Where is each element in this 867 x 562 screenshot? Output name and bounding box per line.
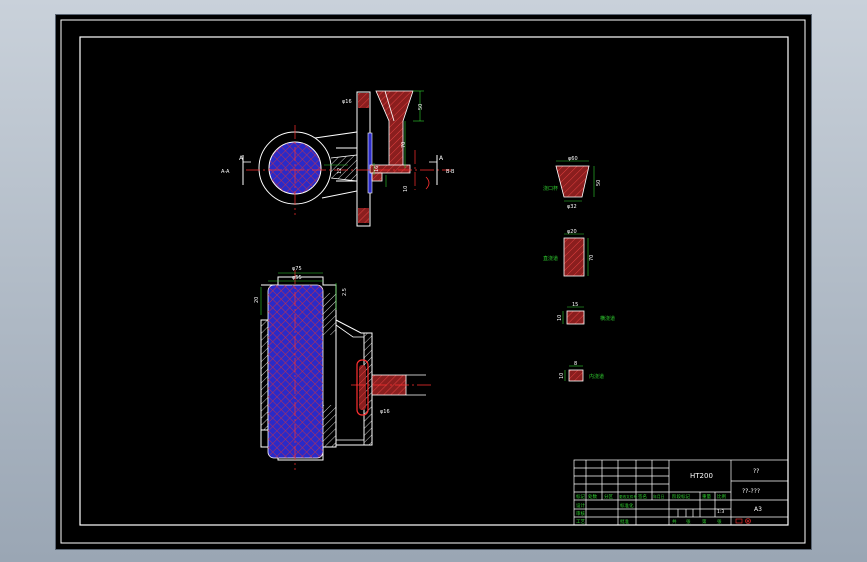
dim-10: 10 — [403, 186, 409, 192]
pouring-cup-dim-top: φ60 — [568, 156, 578, 162]
title-block-values: HT200 ?? ??-??? A3 1:3 — [690, 468, 762, 515]
pouring-cup-dim-bottom: φ32 — [567, 204, 577, 210]
tb-ratio: 比例 — [717, 493, 726, 500]
material: HT200 — [690, 472, 713, 480]
dim-phi75: φ75 — [292, 266, 302, 272]
part-name: ?? — [753, 468, 759, 475]
sheet-inner-border — [79, 36, 789, 526]
dim-phi-top: φ16 — [342, 99, 352, 105]
sprue-dim-side: 70 — [589, 255, 595, 261]
runner-label: 横浇道 — [600, 315, 615, 322]
cad-drawing: A A A-A B-B φ16 50 70 12 16 10 φ75 φ55 2… — [60, 19, 806, 544]
top-view — [242, 90, 451, 227]
ingate-label: 内浇道 — [589, 373, 604, 380]
sheet-outer-border — [60, 19, 806, 544]
tb-count: 处数 — [588, 493, 597, 500]
tb-design: 设计 — [576, 502, 585, 509]
view-label-left: A-A — [221, 169, 230, 175]
view-label-right: B-B — [446, 169, 455, 175]
dim-phi-bottom: φ16 — [380, 409, 390, 415]
section-mark-right: A — [439, 155, 444, 162]
projection-symbol-icon — [735, 518, 751, 524]
tb-zone: 分区 — [604, 493, 613, 500]
tb-process: 工艺 — [576, 519, 585, 525]
tb-sheets-b: 张 — [717, 518, 722, 525]
tb-no: 第 — [702, 518, 707, 525]
tb-sign: 签名 — [638, 493, 647, 500]
tb-standard: 标准化 — [620, 502, 634, 509]
tb-change-doc: 更改文件号 — [619, 494, 637, 499]
sprue-dim-top: φ20 — [567, 229, 577, 235]
ingate-dim-top: 8 — [574, 361, 577, 367]
runner-dim-top: 15 — [572, 302, 578, 308]
runner-dim-side: 10 — [557, 315, 563, 321]
bottom-view — [260, 270, 431, 470]
ingate-dim-side: 10 — [559, 373, 565, 379]
pouring-cup-dim-side: 50 — [596, 180, 602, 186]
sheet-size: A3 — [754, 506, 762, 513]
pouring-cup-label: 浇口杯 — [543, 185, 558, 192]
dim-16: 16 — [374, 166, 380, 172]
scale: 1:3 — [717, 509, 724, 515]
tb-approve: 批准 — [620, 518, 629, 525]
dim-50: 50 — [418, 104, 424, 110]
section-pouring-cup — [555, 160, 595, 202]
tb-weight: 重量 — [702, 493, 711, 500]
tb-sheets-a: 张 — [686, 518, 691, 525]
dim-12: 12 — [337, 168, 343, 174]
tb-review: 审核 — [576, 510, 585, 517]
tb-total: 共 — [672, 518, 677, 525]
dim-2-5: 2.5 — [342, 288, 348, 296]
cad-viewport[interactable]: A A A-A B-B φ16 50 70 12 16 10 φ75 φ55 2… — [55, 14, 812, 550]
section-sprue — [563, 233, 589, 277]
tb-mark: 标记 — [576, 493, 585, 500]
section-ingate — [564, 365, 584, 382]
tb-date: 年月日 — [653, 494, 665, 499]
sprue-label: 直浇道 — [543, 255, 558, 262]
section-runner — [562, 306, 585, 325]
dim-phi55: φ55 — [292, 275, 302, 281]
dim-20: 20 — [254, 297, 260, 303]
tb-stage-mark: 阶段标记 — [672, 493, 690, 500]
drawing-number: ??-??? — [742, 488, 760, 495]
dim-70: 70 — [401, 142, 407, 148]
